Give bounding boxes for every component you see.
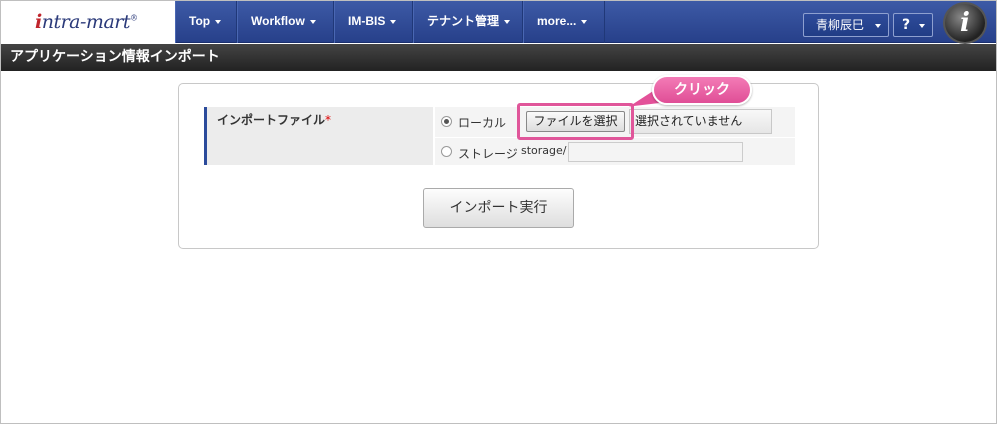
local-radio-label[interactable]: ローカル <box>458 114 506 131</box>
click-callout: クリック <box>652 75 752 105</box>
menu-im-bis-label: IM-BIS <box>348 14 386 28</box>
required-mark: * <box>325 113 332 127</box>
menu-workflow[interactable]: Workflow <box>237 1 334 43</box>
menu-workflow-label: Workflow <box>251 14 305 28</box>
storage-prefix: storage/ <box>521 144 567 157</box>
menu-tenant-management[interactable]: テナント管理 <box>413 1 523 43</box>
user-menu-button[interactable]: 青柳辰巳 <box>803 13 889 37</box>
page-title: アプリケーション情報インポート <box>10 49 220 65</box>
top-navigation-bar: intra-mart® Top Workflow IM-BIS テナント管理 m… <box>1 1 996 44</box>
menu-more-label: more... <box>537 14 577 28</box>
brand-i-letter: i <box>960 8 970 38</box>
chevron-down-icon <box>581 19 588 24</box>
storage-radio[interactable] <box>441 146 452 157</box>
chevron-down-icon <box>309 19 316 24</box>
local-radio[interactable] <box>441 116 452 127</box>
page-title-bar: アプリケーション情報インポート <box>1 44 996 71</box>
file-status-field[interactable]: 選択されていません <box>629 109 772 134</box>
chevron-down-icon <box>919 24 925 28</box>
chevron-down-icon <box>390 19 397 24</box>
brand-i-icon[interactable]: i <box>943 2 987 44</box>
storage-radio-label[interactable]: ストレージ <box>458 145 518 162</box>
storage-path-input[interactable] <box>568 142 743 162</box>
menu-more[interactable]: more... <box>523 1 605 43</box>
field-label-cell: インポートファイル* <box>204 107 433 165</box>
import-execute-button[interactable]: インポート実行 <box>423 188 574 228</box>
logo-area[interactable]: intra-mart® <box>1 1 175 43</box>
logo-text: ntra-mart <box>41 11 131 33</box>
intra-mart-logo[interactable]: intra-mart® <box>35 11 138 33</box>
menu-top-label: Top <box>189 14 211 28</box>
field-label: インポートファイル* <box>217 111 331 128</box>
help-menu-button[interactable]: ? <box>893 13 933 37</box>
chevron-down-icon <box>875 24 881 28</box>
field-label-text: インポートファイル <box>217 113 326 127</box>
logo-letter-i: i <box>35 11 42 33</box>
import-form-panel: インポートファイル* ローカル 選択されていません ファイルを選択 ストレージ … <box>178 83 819 249</box>
menu-im-bis[interactable]: IM-BIS <box>334 1 413 43</box>
menu-top[interactable]: Top <box>175 1 237 43</box>
chevron-down-icon <box>504 19 511 24</box>
user-name: 青柳辰巳 <box>816 18 865 32</box>
help-icon: ? <box>902 17 911 33</box>
chevron-down-icon <box>215 19 222 24</box>
menu-tenant-management-label: テナント管理 <box>427 14 500 28</box>
logo-registered-mark: ® <box>129 13 138 23</box>
file-status-text: 選択されていません <box>635 114 743 128</box>
choose-file-button[interactable]: ファイルを選択 <box>526 111 625 132</box>
